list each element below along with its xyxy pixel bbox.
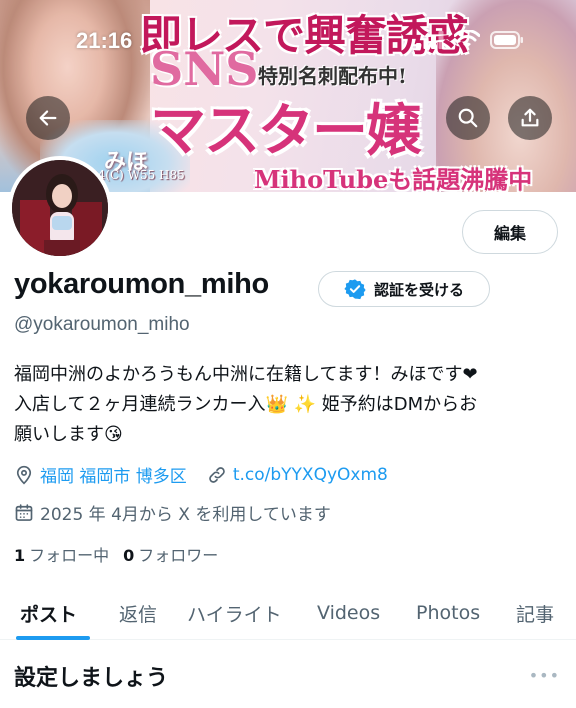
link-icon (209, 466, 225, 483)
joined-date: 2025 年 4月から X を利用しています (40, 505, 331, 525)
bio-line: 福岡中洲のよかろうもん中洲に在籍してます！みほです❤ (14, 364, 478, 385)
avatar-photo (12, 160, 108, 256)
followers-count: 0 (123, 546, 135, 565)
back-button[interactable] (26, 96, 70, 140)
share-icon (521, 108, 539, 127)
status-time: 21:16 (76, 28, 133, 53)
profile-tabs: ポスト 返信 ハイライト Videos Photos 記事 (0, 586, 576, 640)
setup-title: 設定しましょう (14, 666, 169, 691)
joined-row: 2025 年 4月から X を利用しています (14, 500, 331, 525)
arrow-left-icon (39, 110, 57, 126)
tab-posts[interactable]: ポスト (20, 586, 77, 640)
tab-photos[interactable]: Photos (416, 586, 480, 640)
bio-line: 入店して２ヶ月連続ランカー入👑 ✨ 姫予約はDMからお (14, 394, 478, 415)
location-pin-icon (16, 465, 32, 485)
website-link[interactable]: t.co/bYYXQyOxm8 (233, 465, 388, 485)
battery-icon (490, 31, 523, 49)
location-link[interactable]: 福岡 福岡市 博多区 (40, 462, 187, 487)
handle: @yokaroumon_miho (14, 314, 190, 335)
followers-link[interactable]: 0 フォロワー (123, 542, 218, 566)
avatar[interactable] (8, 156, 112, 260)
tab-replies[interactable]: 返信 (119, 586, 157, 640)
display-name: yokaroumon_miho (14, 268, 269, 300)
following-link[interactable]: 1 フォロー中 (14, 542, 109, 566)
location-link-row: 福岡 福岡市 博多区 t.co/bYYXQyOxm8 (14, 462, 388, 487)
banner-special-text: 特別名刺配布中! (258, 64, 407, 88)
active-tab-indicator (16, 636, 90, 640)
following-label: フォロー中 (29, 546, 110, 565)
banner-tube-text: MihoTubeも話題沸騰中 (254, 165, 533, 192)
more-options-icon[interactable]: ••• (529, 666, 560, 685)
banner-master-text: マスター嬢 (150, 98, 422, 164)
verified-badge-icon (344, 279, 366, 300)
calendar-icon (15, 503, 33, 521)
followers-label: フォロワー (138, 546, 219, 565)
cellular-signal-icon (416, 31, 444, 49)
bio-line: 願いします😘 (14, 424, 123, 445)
edit-profile-button[interactable]: 編集 (462, 210, 558, 254)
tab-videos[interactable]: Videos (317, 586, 380, 640)
wifi-icon (454, 30, 480, 48)
following-count: 1 (14, 546, 26, 565)
tab-articles[interactable]: 記事 (516, 586, 554, 640)
search-button[interactable] (446, 96, 490, 140)
follow-stats: 1 フォロー中 0 フォロワー (14, 542, 218, 566)
status-icons (416, 30, 524, 50)
tab-highlights[interactable]: ハイライト (187, 586, 282, 640)
search-icon (458, 108, 478, 128)
get-verified-button[interactable]: 認証を受ける (318, 271, 490, 307)
get-verified-label: 認証を受ける (373, 280, 464, 299)
share-button[interactable] (508, 96, 552, 140)
bio: 福岡中洲のよかろうもん中洲に在籍してます！みほです❤ 入店して２ヶ月連続ランカー… (14, 360, 566, 450)
